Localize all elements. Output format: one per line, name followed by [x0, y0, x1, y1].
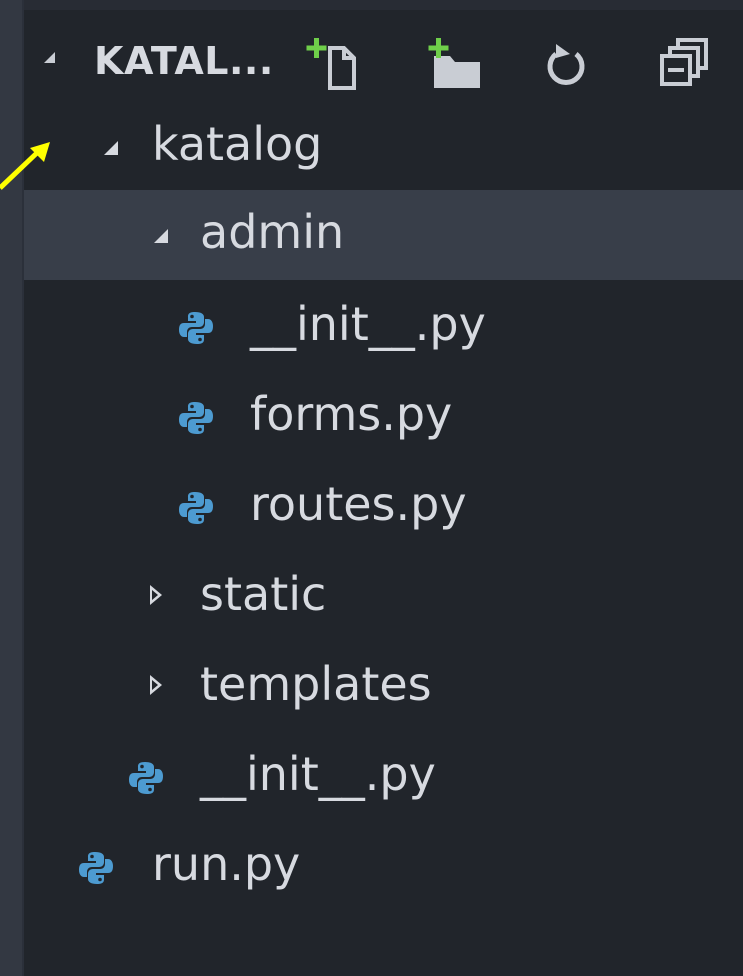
tree-item-templates[interactable]: templates [24, 642, 743, 732]
folder-label: templates [200, 657, 432, 711]
chevron-down-icon [104, 141, 118, 155]
tree-item-admin[interactable]: admin [24, 190, 743, 280]
file-label: __init__.py [250, 297, 486, 351]
annotation-arrow-icon [0, 142, 50, 190]
screenshot: KATAL... katalog admin __init__.py forms… [0, 0, 743, 976]
refresh-icon[interactable] [536, 34, 596, 94]
tree-item-routes[interactable]: routes.py [24, 462, 743, 552]
chevron-right-icon [150, 585, 162, 605]
file-label: forms.py [250, 387, 453, 441]
python-file-icon [179, 312, 213, 344]
tree-item-run[interactable]: run.py [24, 822, 743, 912]
python-file-icon [179, 492, 213, 524]
folder-label: katalog [152, 117, 323, 171]
file-label: __init__.py [200, 747, 436, 801]
tree-item-forms[interactable]: forms.py [24, 372, 743, 462]
tree-item-katalog-init[interactable]: __init__.py [24, 732, 743, 822]
file-explorer-panel: KATAL... katalog admin __init__.py forms… [24, 0, 743, 976]
file-label: run.py [152, 837, 301, 891]
collapse-all-icon[interactable] [654, 34, 714, 94]
new-folder-icon[interactable] [424, 34, 484, 94]
python-file-icon [129, 762, 163, 794]
python-file-icon [179, 402, 213, 434]
explorer-title[interactable]: KATAL... [94, 38, 274, 84]
new-file-icon[interactable] [304, 34, 364, 94]
file-label: routes.py [250, 477, 467, 531]
chevron-down-icon[interactable] [44, 52, 55, 63]
explorer-header[interactable]: KATAL... [24, 0, 743, 98]
chevron-down-icon [154, 229, 168, 243]
tree-item-katalog[interactable]: katalog [24, 102, 743, 192]
tree-item-static[interactable]: static [24, 552, 743, 642]
chevron-right-icon [150, 675, 162, 695]
folder-label: static [200, 567, 327, 621]
tree-item-admin-init[interactable]: __init__.py [24, 282, 743, 372]
python-file-icon [79, 852, 113, 884]
folder-label: admin [200, 205, 345, 259]
